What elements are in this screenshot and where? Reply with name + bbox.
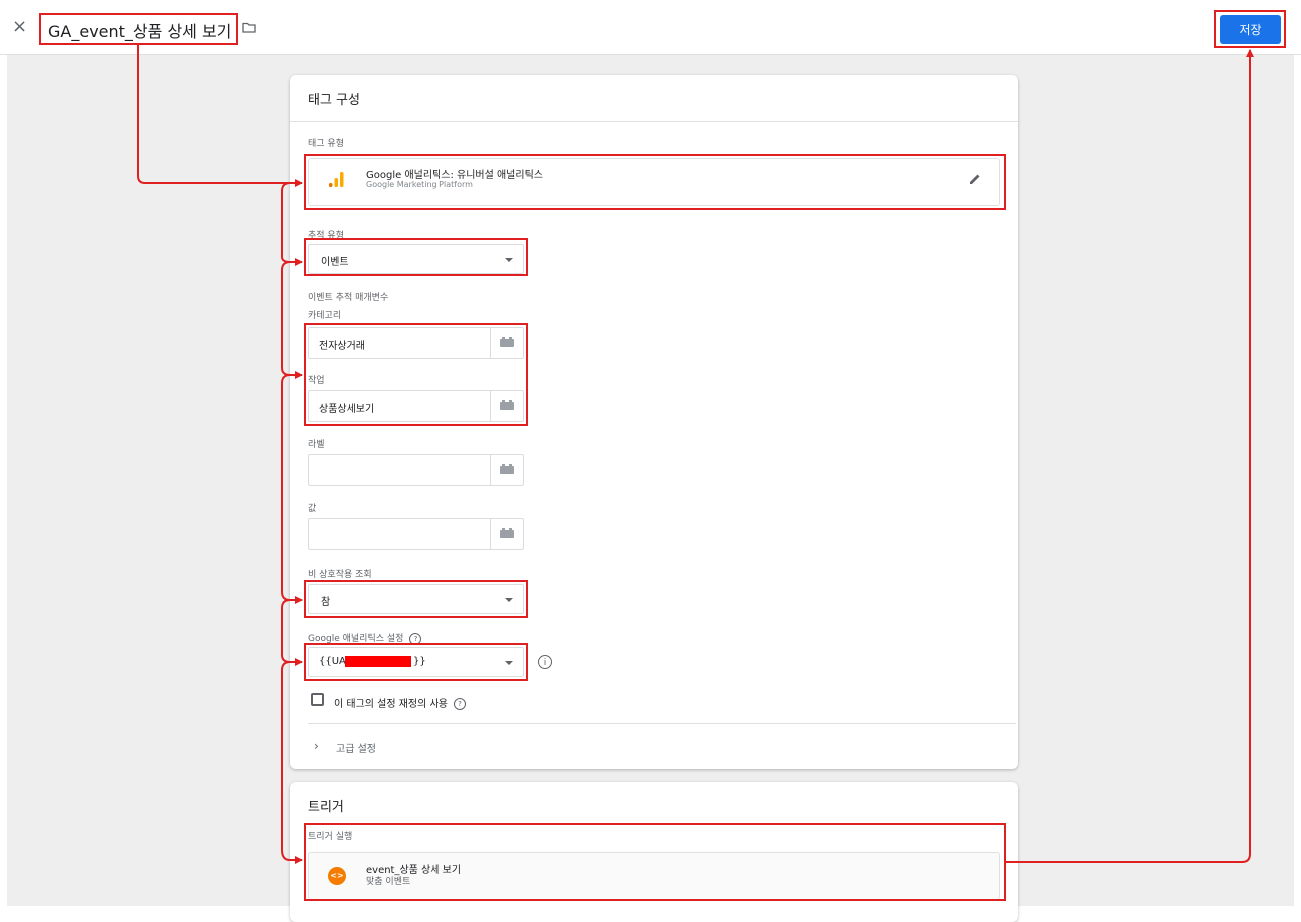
annotation-arrows xyxy=(137,45,1254,864)
